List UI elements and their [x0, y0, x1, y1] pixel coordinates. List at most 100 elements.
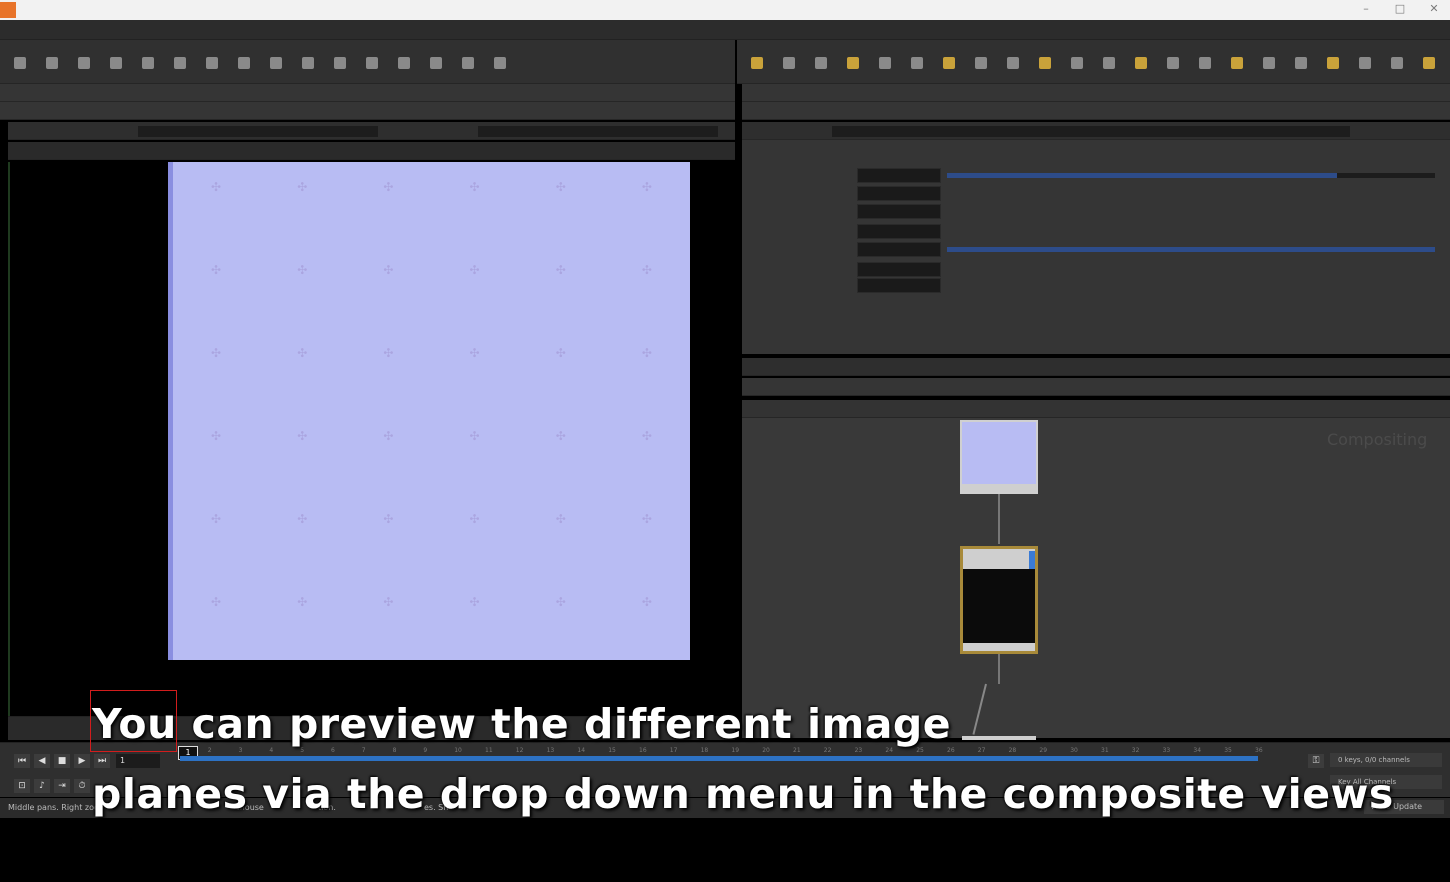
- right-tool-icon[interactable]: [1321, 56, 1345, 82]
- left-tool-icon[interactable]: [200, 56, 224, 82]
- left-tool-icon[interactable]: [104, 56, 128, 82]
- parameter-slider[interactable]: [947, 173, 1435, 178]
- ruler-tick: 16: [639, 747, 647, 754]
- play-button[interactable]: ▶: [74, 754, 90, 768]
- maximize-button[interactable]: □: [1390, 2, 1410, 16]
- ruler-tick: 2: [207, 747, 212, 754]
- keys-icon[interactable]: ⚿: [1308, 754, 1324, 768]
- texture-glyph-icon: ✣: [555, 512, 566, 526]
- parameter-field[interactable]: [857, 168, 941, 183]
- right-tool-icon[interactable]: [809, 56, 833, 82]
- left-tool-icon[interactable]: [168, 56, 192, 82]
- texture-glyph-icon: ✣: [297, 512, 308, 526]
- left-tool-icon[interactable]: [360, 56, 384, 82]
- right-tool-icon[interactable]: [1193, 56, 1217, 82]
- image-node[interactable]: [960, 420, 1038, 494]
- right-tool-icon[interactable]: [873, 56, 897, 82]
- composite-node-header: [963, 549, 1035, 569]
- composite-node[interactable]: [960, 546, 1038, 654]
- stop-button[interactable]: ■: [54, 754, 70, 768]
- right-tool-icon[interactable]: [1097, 56, 1121, 82]
- parameter-row: [742, 186, 1450, 202]
- ruler-tick: 32: [1131, 747, 1140, 754]
- left-tool-icon[interactable]: [456, 56, 480, 82]
- step-back-button[interactable]: ◀: [34, 754, 50, 768]
- right-tool-icon[interactable]: [1225, 56, 1249, 82]
- left-tool-icon[interactable]: [488, 56, 512, 82]
- parameter-slider[interactable]: [947, 247, 1435, 252]
- minimize-button[interactable]: –: [1356, 2, 1376, 16]
- ruler-tick: 7: [361, 747, 366, 754]
- left-tool-icon[interactable]: [40, 56, 64, 82]
- right-tool-icon[interactable]: [841, 56, 865, 82]
- right-tool-icon[interactable]: [1385, 56, 1409, 82]
- subtitle-line-2: planes via the drop down menu in the com…: [92, 770, 1394, 818]
- parameter-field[interactable]: [857, 224, 941, 239]
- right-shelf: [737, 40, 1450, 84]
- right-tool-icon[interactable]: [1033, 56, 1057, 82]
- texture-glyph-icon: ✣: [297, 429, 308, 443]
- display-flag-icon[interactable]: [1029, 551, 1035, 569]
- range-icon[interactable]: ⇥: [54, 779, 70, 793]
- jump-end-button[interactable]: ⏭: [94, 754, 110, 768]
- output-node[interactable]: [962, 736, 1036, 740]
- right-tool-icon[interactable]: [969, 56, 993, 82]
- parameter-field[interactable]: [857, 262, 941, 277]
- ruler-tick: 12: [515, 747, 524, 754]
- menu-bar: [0, 20, 1450, 40]
- left-tool-icon[interactable]: [136, 56, 160, 82]
- right-tool-icon[interactable]: [1289, 56, 1313, 82]
- texture-glyph-icon: ✣: [469, 512, 480, 526]
- left-tool-icon[interactable]: [264, 56, 288, 82]
- right-tool-icon[interactable]: [1161, 56, 1185, 82]
- left-pane-tabs: [0, 84, 735, 102]
- viewer-options-bar: [8, 142, 735, 160]
- texture-glyph-icon: ✣: [297, 346, 308, 360]
- parameter-row: [742, 224, 1450, 240]
- viewer-image: ✣ ✣ ✣ ✣ ✣ ✣ ✣ ✣ ✣ ✣ ✣ ✣ ✣ ✣ ✣ ✣ ✣ ✣ ✣ ✣ ✣ ✣ ✣ ✣ ✣ ✣ ✣ ✣ ✣ ✣ ✣ ✣ ✣ ✣ ✣ ✣: [168, 162, 690, 660]
- left-tool-icon[interactable]: [328, 56, 352, 82]
- texture-glyph-icon: ✣: [383, 512, 394, 526]
- right-tool-icon[interactable]: [1001, 56, 1025, 82]
- left-tool-icon[interactable]: [72, 56, 96, 82]
- right-tool-icon[interactable]: [937, 56, 961, 82]
- viewer-plane-field[interactable]: [138, 126, 378, 137]
- tool-glyph-icon: [1327, 57, 1339, 69]
- viewer-plane-dropdown[interactable]: [478, 126, 718, 137]
- audio-icon[interactable]: ♪: [34, 779, 50, 793]
- parameter-field[interactable]: [857, 242, 941, 257]
- parameter-field[interactable]: [857, 278, 941, 293]
- left-shelf: [0, 40, 735, 84]
- global-anim-icon[interactable]: ⏱: [74, 779, 90, 793]
- jump-start-button[interactable]: ⏮: [14, 754, 30, 768]
- left-tool-icon[interactable]: [424, 56, 448, 82]
- network-editor[interactable]: Compositing: [742, 418, 1450, 740]
- left-tool-icon[interactable]: [296, 56, 320, 82]
- current-frame-field[interactable]: 1: [116, 754, 160, 768]
- right-tool-icon[interactable]: [777, 56, 801, 82]
- ruler-tick: 36: [1255, 747, 1263, 754]
- realtime-toggle-icon[interactable]: ⊡: [14, 779, 30, 793]
- right-tool-icon[interactable]: [1129, 56, 1153, 82]
- close-button[interactable]: ✕: [1424, 2, 1444, 16]
- left-tool-icon[interactable]: [8, 56, 32, 82]
- tool-glyph-icon: [1231, 57, 1243, 69]
- parameter-slider-fill: [947, 247, 1435, 252]
- right-tool-icon[interactable]: [1353, 56, 1377, 82]
- tool-glyph-icon: [110, 57, 122, 69]
- right-tool-icon[interactable]: [1257, 56, 1281, 82]
- ruler-tick: 34: [1193, 747, 1202, 754]
- parameter-field[interactable]: [857, 204, 941, 219]
- left-tool-icon[interactable]: [392, 56, 416, 82]
- left-tool-icon[interactable]: [232, 56, 256, 82]
- right-tool-icon[interactable]: [745, 56, 769, 82]
- parameter-row: [742, 204, 1450, 220]
- right-tool-icon[interactable]: [1417, 56, 1441, 82]
- network-pane-tabs: [742, 358, 1450, 376]
- right-tool-icon[interactable]: [905, 56, 929, 82]
- parameter-field[interactable]: [857, 186, 941, 201]
- texture-glyph-icon: ✣: [555, 595, 566, 609]
- right-tool-icon[interactable]: [1065, 56, 1089, 82]
- node-name-field[interactable]: [832, 126, 1350, 137]
- tool-glyph-icon: [462, 57, 474, 69]
